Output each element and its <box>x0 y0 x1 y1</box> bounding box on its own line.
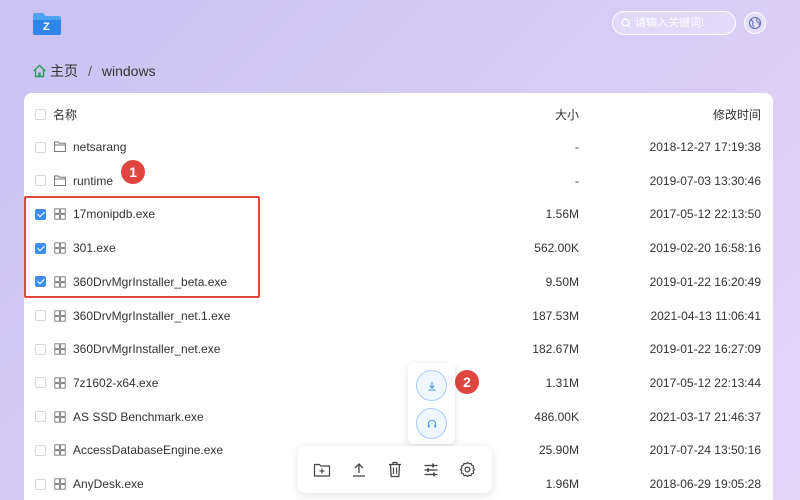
file-modified: 2021-03-17 21:46:37 <box>649 409 761 424</box>
file-size: 486.00K <box>534 409 579 424</box>
file-modified: 2017-05-12 22:13:44 <box>649 375 761 390</box>
file-size: - <box>575 140 579 154</box>
file-modified: 2019-07-03 13:30:46 <box>649 173 761 188</box>
file-size: 9.50M <box>545 274 579 289</box>
sliders-icon <box>424 463 438 476</box>
delete-button[interactable] <box>382 457 408 483</box>
file-modified: 2018-06-29 19:05:28 <box>649 477 761 491</box>
filter-button[interactable] <box>418 457 444 483</box>
annotation-badge-2: 2 <box>455 370 479 394</box>
file-name[interactable]: 360DrvMgrInstaller_beta.exe <box>73 275 227 289</box>
upload-button[interactable] <box>346 457 372 483</box>
file-name[interactable]: 360DrvMgrInstaller_net.exe <box>73 342 220 356</box>
table-row[interactable]: AS SSD Benchmark.exe 486.00K 2021-03-17 21… <box>24 400 773 434</box>
row-checkbox[interactable] <box>35 444 46 456</box>
row-checkbox[interactable] <box>35 411 46 423</box>
folder-icon <box>54 175 66 187</box>
file-name[interactable]: AccessDatabaseEngine.exe <box>73 443 223 457</box>
headset-icon <box>427 419 436 427</box>
exe-file-icon <box>54 410 66 423</box>
file-name[interactable]: 360DrvMgrInstaller_net.1.exe <box>73 309 230 323</box>
row-checkbox[interactable] <box>35 141 46 153</box>
search-input[interactable] <box>635 17 731 29</box>
file-name[interactable]: 17monipdb.exe <box>73 207 155 221</box>
file-size: 187.53M <box>532 308 579 323</box>
row-checkbox[interactable] <box>35 276 46 288</box>
language-button[interactable] <box>744 12 766 34</box>
file-name[interactable]: AS SSD Benchmark.exe <box>73 410 204 424</box>
file-size: 1.56M <box>545 207 579 222</box>
bottom-toolbar <box>298 446 492 493</box>
file-modified: 2021-04-13 11:06:41 <box>650 308 761 323</box>
support-button[interactable] <box>416 408 447 439</box>
download-icon <box>428 381 435 391</box>
new-folder-icon <box>314 463 331 477</box>
header-modified[interactable]: 修改时间 <box>713 106 761 123</box>
exe-file-icon <box>54 478 66 490</box>
exe-file-icon <box>54 309 66 322</box>
file-size: 182.67M <box>532 342 579 357</box>
floating-actions <box>408 363 455 444</box>
breadcrumb-separator: / <box>88 63 92 79</box>
file-name[interactable]: 301.exe <box>73 241 116 255</box>
table-row[interactable]: 360DrvMgrInstaller_net.exe 182.67M 2019-01… <box>24 332 773 366</box>
home-icon[interactable] <box>32 64 47 78</box>
file-modified: 2019-01-22 16:20:49 <box>649 274 761 289</box>
file-modified: 2018-12-27 17:19:38 <box>649 140 761 154</box>
file-name[interactable]: 7z1602-x64.exe <box>73 376 158 390</box>
settings-button[interactable] <box>455 457 481 483</box>
file-modified: 2017-07-24 13:50:16 <box>649 443 761 458</box>
file-name[interactable]: runtime <box>73 174 113 188</box>
file-list-panel: 名称 大小 修改时间 netsarang - 2018-12-27 17:19:38… <box>24 93 773 500</box>
row-checkbox[interactable] <box>35 377 46 389</box>
exe-file-icon <box>54 242 66 254</box>
file-size: 1.96M <box>545 477 579 491</box>
file-size: 562.00K <box>534 241 579 256</box>
table-row[interactable]: 301.exe 562.00K 2019-02-20 16:58:16 <box>24 231 773 265</box>
breadcrumb-home[interactable]: 主页 <box>50 61 78 81</box>
folder-icon <box>54 141 66 153</box>
row-checkbox[interactable] <box>35 343 46 355</box>
file-size: 25.90M <box>538 443 579 458</box>
select-all-checkbox[interactable] <box>35 108 46 120</box>
gear-icon <box>460 461 476 478</box>
file-modified: 2019-02-20 16:58:16 <box>649 241 761 256</box>
row-checkbox[interactable] <box>35 208 46 220</box>
exe-file-icon <box>54 276 66 288</box>
search-box[interactable] <box>612 11 736 35</box>
new-folder-button[interactable] <box>309 457 335 483</box>
table-row[interactable]: 7z1602-x64.exe 1.31M 2017-05-12 22:13:44 <box>24 366 773 400</box>
file-modified: 2017-05-12 22:13:50 <box>649 207 761 222</box>
file-name[interactable]: AnyDesk.exe <box>73 477 144 491</box>
exe-file-icon <box>54 208 66 221</box>
table-row[interactable]: 360DrvMgrInstaller_beta.exe 9.50M 2019-01-… <box>24 265 773 299</box>
row-checkbox[interactable] <box>35 242 46 254</box>
globe-icon <box>748 16 762 30</box>
row-checkbox[interactable] <box>35 310 46 321</box>
header-name[interactable]: 名称 <box>53 106 77 123</box>
table-row[interactable]: 360DrvMgrInstaller_net.1.exe 187.53M 2021-… <box>24 299 773 333</box>
exe-file-icon <box>54 377 66 389</box>
trash-icon <box>388 461 401 478</box>
row-checkbox[interactable] <box>35 478 46 490</box>
annotation-badge-1: 1 <box>121 160 145 184</box>
search-icon <box>621 18 631 28</box>
file-name[interactable]: netsarang <box>73 140 126 154</box>
breadcrumb-current: windows <box>101 63 156 79</box>
header-size[interactable]: 大小 <box>555 106 579 123</box>
table-row[interactable]: 17monipdb.exe 1.56M 2017-05-12 22:13:50 <box>24 197 773 231</box>
exe-file-icon <box>54 343 66 355</box>
table-header: 名称 大小 修改时间 <box>24 97 773 131</box>
table-row[interactable]: netsarang - 2018-12-27 17:19:38 <box>24 130 773 164</box>
download-button[interactable] <box>416 370 447 401</box>
app-logo[interactable]: Z <box>31 11 63 37</box>
upload-icon <box>352 462 365 477</box>
file-size: 1.31M <box>545 375 579 390</box>
exe-file-icon <box>54 444 66 456</box>
file-modified: 2019-01-22 16:27:09 <box>649 342 761 357</box>
logo-letter: Z <box>43 21 50 33</box>
file-size: - <box>575 173 579 188</box>
row-checkbox[interactable] <box>35 175 46 187</box>
breadcrumb: 主页 / windows <box>32 61 156 81</box>
